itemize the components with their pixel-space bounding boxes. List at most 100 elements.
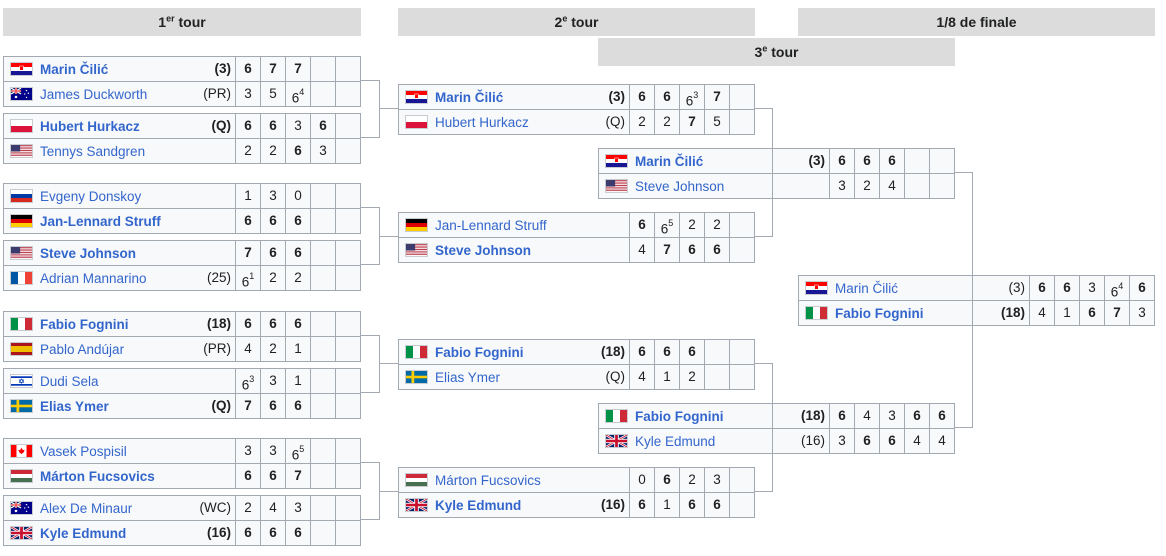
set-score-1: 3 <box>235 439 260 463</box>
set-score-5 <box>335 57 360 81</box>
match-r1-1: Marin Čilić (3) 6 7 7 James Duckworth (PR) 3 5 64 <box>3 56 361 107</box>
set-games: 6 <box>269 525 277 540</box>
set-games: 6 <box>663 472 671 487</box>
set-games: 3 <box>269 188 277 203</box>
header-round-2: 2e tour <box>398 8 755 36</box>
set-games: 6 <box>294 213 302 228</box>
player-name-link[interactable]: Kyle Edmund <box>635 434 715 449</box>
player-name-link[interactable]: Marin Čilić <box>835 281 898 296</box>
connector-line <box>755 108 773 109</box>
player-name-link[interactable]: Márton Fucsovics <box>435 473 541 488</box>
set-score-3: 3 <box>285 114 310 138</box>
set-games: 3 <box>888 408 896 423</box>
player-name-cell: Steve Johnson <box>599 174 821 198</box>
player-name-link[interactable]: Steve Johnson <box>40 246 136 261</box>
player-name-link[interactable]: Tennys Sandgren <box>40 144 145 159</box>
player-name-link[interactable]: Fabio Fognini <box>635 409 723 424</box>
player-name-link[interactable]: Kyle Edmund <box>435 498 521 513</box>
player-name-cell: Fabio Fognini <box>399 340 597 364</box>
player-row: Steve Johnson 4 7 6 6 <box>398 238 755 263</box>
set-games: 4 <box>938 433 946 448</box>
player-name-link[interactable]: Pablo Andújar <box>40 342 124 357</box>
set-score-2: 6 <box>654 468 679 492</box>
player-name-link[interactable]: Elias Ymer <box>435 370 500 385</box>
set-score-4 <box>310 521 335 545</box>
set-games: 4 <box>913 433 921 448</box>
header-round-1: 1er tour <box>3 8 361 36</box>
player-name-link[interactable]: Alex De Minaur <box>40 501 132 516</box>
seed-label <box>227 139 235 163</box>
player-name-link[interactable]: Adrian Mannarino <box>40 271 147 286</box>
connector-line <box>955 427 973 428</box>
player-name-link[interactable]: Fabio Fognini <box>835 306 923 321</box>
set-score-2: 2 <box>260 266 285 290</box>
player-name-cell: Hubert Hurkacz <box>4 114 208 138</box>
set-games: 6 <box>1138 280 1146 295</box>
flag-ita-icon <box>405 345 428 359</box>
player-name-link[interactable]: Marin Čilić <box>635 154 703 169</box>
match-r1-2: Hubert Hurkacz (Q) 6 6 3 6 Tennys Sandgren 2 2 6 3 <box>3 113 361 164</box>
set-games: 7 <box>713 89 721 104</box>
set-score-1: 6 <box>235 464 260 488</box>
set-games: 6 <box>269 118 277 133</box>
player-name-link[interactable]: Márton Fucsovics <box>40 469 155 484</box>
set-games: 6 <box>1063 280 1071 295</box>
player-name-link[interactable]: Marin Čilić <box>435 90 503 105</box>
set-games: 6 <box>663 89 671 104</box>
player-name-link[interactable]: Vasek Pospisil <box>40 444 127 459</box>
set-score-1: 61 <box>235 266 260 290</box>
set-score-5 <box>335 241 360 265</box>
player-row: Steve Johnson 3 2 4 <box>598 174 955 199</box>
player-name-link[interactable]: Elias Ymer <box>40 399 109 414</box>
flag-hun-icon <box>405 473 428 487</box>
flag-can-icon <box>10 444 33 458</box>
set-score-2: 2 <box>260 139 285 163</box>
set-games: 0 <box>294 188 302 203</box>
set-score-1: 7 <box>235 394 260 418</box>
connector-line <box>379 236 398 237</box>
set-games: 3 <box>269 443 277 458</box>
player-name-cell: Kyle Edmund <box>399 493 597 517</box>
set-games: 6 <box>244 61 252 76</box>
set-games: 6 <box>1088 305 1096 320</box>
player-name-link[interactable]: Dudi Sela <box>40 374 99 389</box>
player-name-cell: Vasek Pospisil <box>4 439 227 463</box>
set-games: 6 <box>888 433 896 448</box>
set-games: 6 <box>244 525 252 540</box>
set-games: 6 <box>244 118 252 133</box>
set-games: 5 <box>713 114 721 129</box>
set-score-4 <box>904 149 929 173</box>
player-row: Márton Fucsovics 6 6 7 <box>3 464 361 489</box>
player-name-link[interactable]: Evgeny Donskoy <box>40 189 141 204</box>
set-score-2: 6 <box>260 394 285 418</box>
player-name-link[interactable]: Fabio Fognini <box>435 345 523 360</box>
set-games: 6 <box>294 525 302 540</box>
player-name-link[interactable]: Hubert Hurkacz <box>435 115 529 130</box>
player-name-link[interactable]: Steve Johnson <box>635 179 724 194</box>
player-row: Marin Čilić (3) 6 6 3 64 6 <box>798 275 1155 301</box>
set-score-5 <box>335 312 360 336</box>
player-name-cell: Tennys Sandgren <box>4 139 227 163</box>
flag-ger-icon <box>10 214 33 228</box>
set-games: 6 <box>269 468 277 483</box>
player-name-link[interactable]: Jan-Lennard Struff <box>40 214 161 229</box>
player-name-link[interactable]: Steve Johnson <box>435 243 531 258</box>
player-name-link[interactable]: Fabio Fognini <box>40 317 128 332</box>
set-score-1: 6 <box>235 57 260 81</box>
player-name-link[interactable]: Kyle Edmund <box>40 526 126 541</box>
player-name-link[interactable]: Jan-Lennard Struff <box>435 218 547 233</box>
match-r1-3: Evgeny Donskoy 1 3 0 Jan-Lennard Struff 6 6 6 <box>3 183 361 234</box>
set-score-3: 6 <box>679 493 704 517</box>
player-row: Jan-Lennard Struff 6 65 2 2 <box>398 212 755 238</box>
set-games: 3 <box>244 443 252 458</box>
set-score-1: 6 <box>235 521 260 545</box>
seed-label: (3) <box>808 153 826 168</box>
set-score-5 <box>729 493 754 517</box>
player-name-link[interactable]: James Duckworth <box>40 87 147 102</box>
flag-cro-icon <box>605 154 628 168</box>
player-name-link[interactable]: Marin Čilić <box>40 62 108 77</box>
player-name-link[interactable]: Hubert Hurkacz <box>40 119 140 134</box>
player-row: Hubert Hurkacz (Q) 2 2 7 5 <box>398 110 755 135</box>
set-games: 6 <box>294 143 302 158</box>
match-r2-3: Fabio Fognini (18) 6 6 6 Elias Ymer (Q) 4 1 2 <box>398 339 755 390</box>
